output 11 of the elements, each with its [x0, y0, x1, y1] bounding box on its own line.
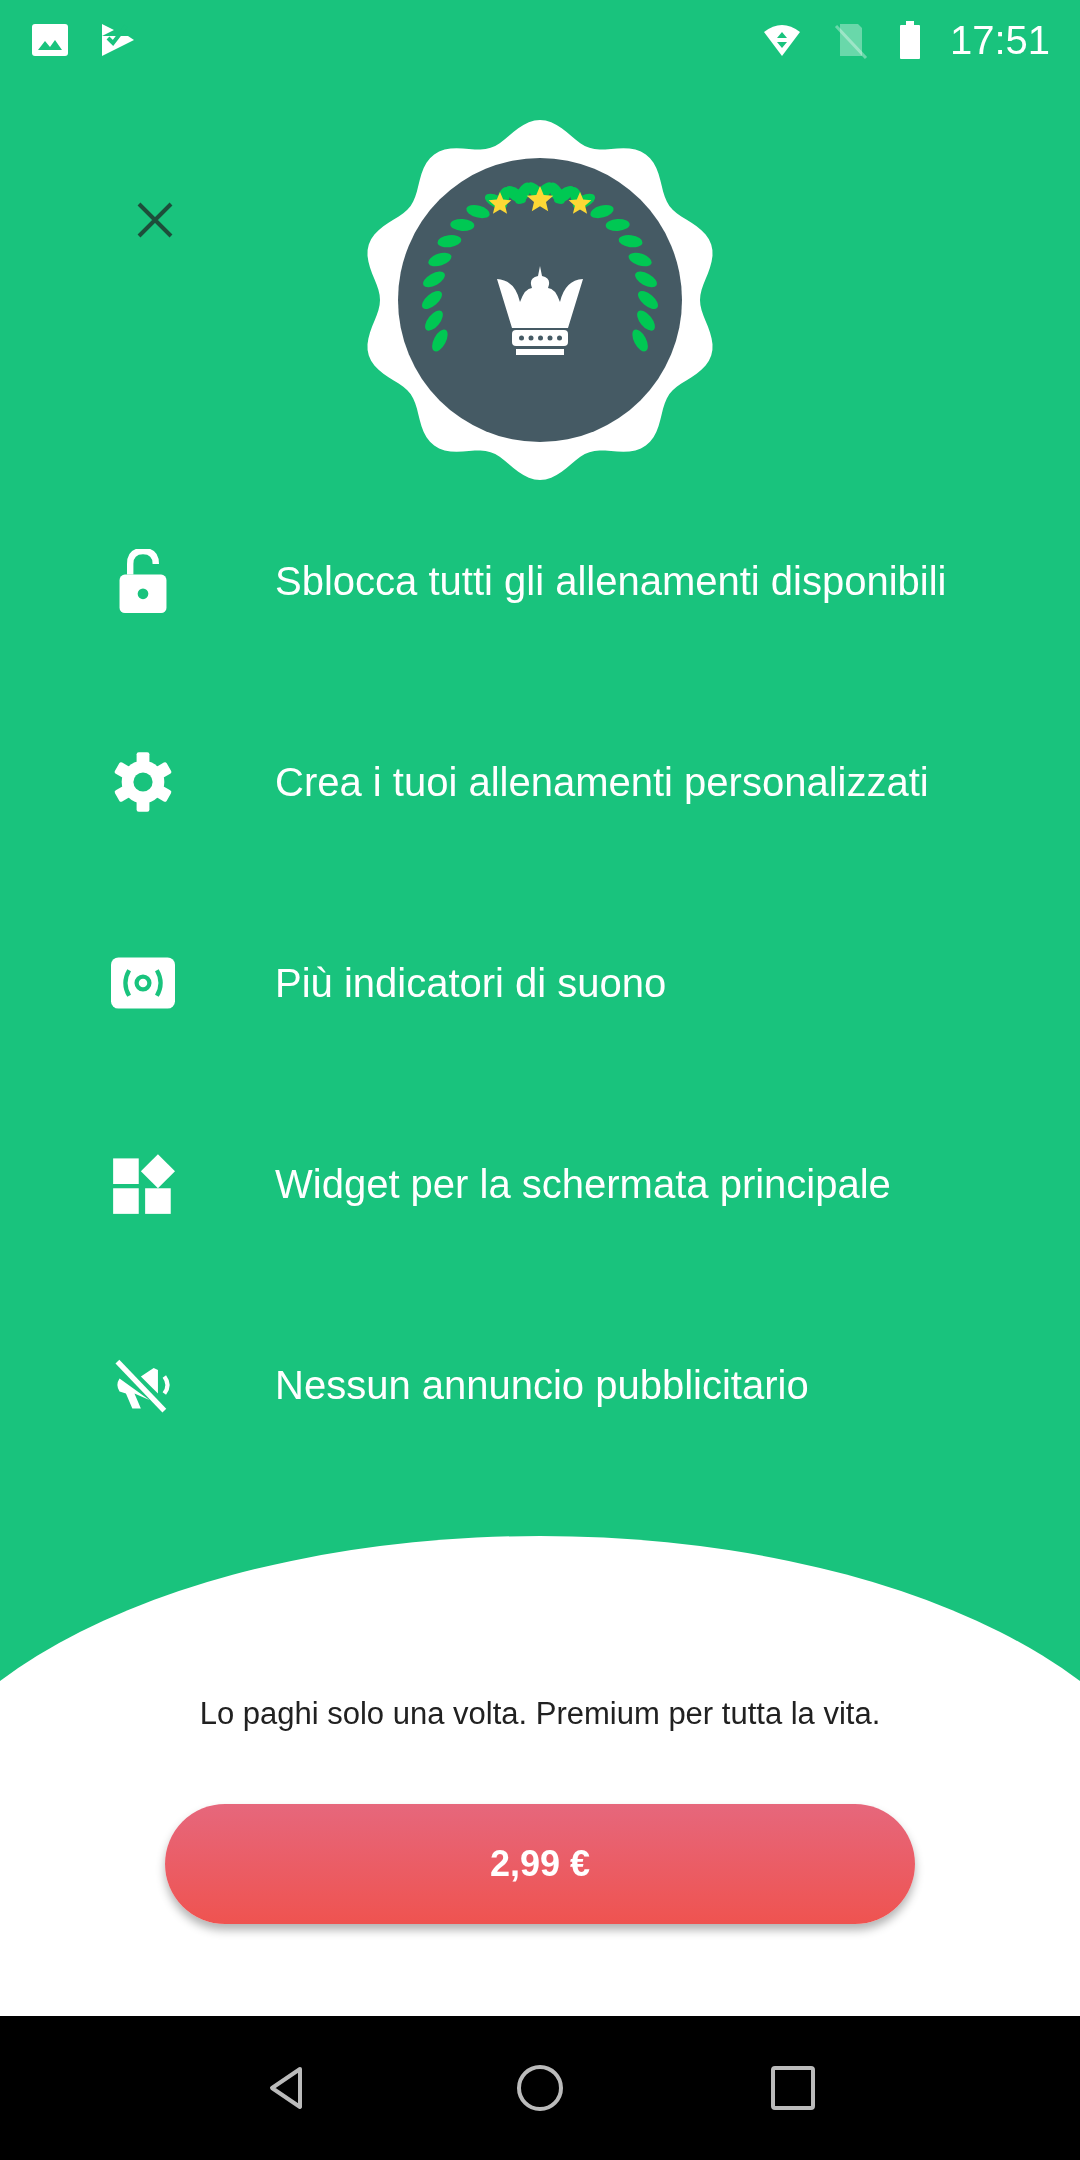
feature-text: Più indicatori di suono: [275, 959, 668, 1007]
feature-text: Nessun annuncio pubblicitario: [275, 1361, 810, 1409]
status-time: 17:51: [949, 17, 1050, 63]
close-icon[interactable]: [135, 200, 175, 240]
price-button[interactable]: 2,99 €: [165, 1804, 915, 1924]
feature-text: Sblocca tutti gli allenamenti disponibili: [275, 557, 948, 605]
home-icon[interactable]: [515, 2063, 565, 2113]
battery-icon: [897, 20, 922, 60]
lifetime-note: Lo paghi solo una volta. Premium per tutta la vita.: [199, 1696, 881, 1732]
feature-text: Widget per la schermata principale: [275, 1160, 892, 1208]
feature-text: Crea i tuoi allenamenti personalizzati: [275, 758, 930, 806]
